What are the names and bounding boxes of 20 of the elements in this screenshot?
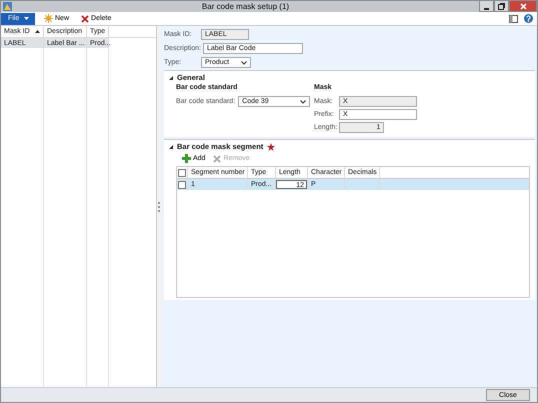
panel-icon [509, 14, 518, 22]
restore-button[interactable] [494, 1, 509, 12]
delete-icon [81, 14, 90, 22]
window-title: Bar code mask setup (1) [200, 2, 290, 11]
chevron-icon [241, 60, 247, 64]
minimize-button[interactable] [479, 1, 494, 12]
restore-icon [498, 2, 505, 10]
remove-icon [213, 154, 222, 162]
app-icon [3, 2, 12, 11]
collapse-icon [169, 76, 173, 80]
checkbox[interactable] [178, 180, 186, 188]
star-icon [44, 14, 53, 23]
collapse-icon [169, 144, 173, 148]
close-icon [520, 2, 526, 10]
sort-icon [34, 30, 40, 33]
checkbox[interactable] [178, 168, 186, 176]
close-button[interactable] [509, 1, 537, 12]
plus-icon [182, 154, 191, 163]
chevron-icon [300, 100, 306, 104]
caret-icon [24, 17, 30, 20]
